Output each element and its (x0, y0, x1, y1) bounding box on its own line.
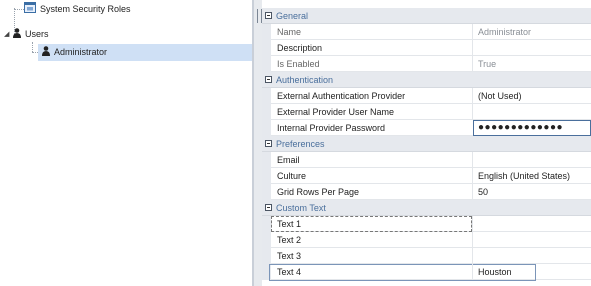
row-gutter (262, 104, 271, 120)
column-divider (472, 232, 473, 248)
column-divider (472, 248, 473, 264)
password-value[interactable]: ●●●●●●●●●●●●● (478, 120, 563, 136)
category-label: General (276, 11, 309, 21)
property-label: Text 2 (277, 235, 302, 245)
property-row-external-user-name[interactable]: External Provider User Name (262, 104, 591, 120)
property-row-description[interactable]: Description (262, 40, 591, 56)
category-general[interactable]: General (262, 8, 591, 24)
column-divider (472, 168, 473, 184)
collapse-icon[interactable] (265, 76, 272, 83)
property-label: Description (277, 43, 323, 53)
property-row-external-provider[interactable]: External Authentication Provider (Not Us… (262, 88, 591, 104)
tree-item-system-security-roles[interactable]: System Security Roles (24, 1, 131, 17)
collapse-icon[interactable] (265, 140, 272, 147)
column-divider (472, 56, 473, 72)
property-label: Email (277, 155, 300, 165)
property-label: Internal Provider Password (277, 123, 386, 133)
category-custom-text[interactable]: Custom Text (262, 200, 591, 216)
category-label: Preferences (276, 139, 325, 149)
property-row-text-3[interactable]: Text 3 (262, 248, 591, 264)
property-value: Administrator (478, 27, 532, 37)
property-row-text-2[interactable]: Text 2 (262, 232, 591, 248)
security-tree: System Security Roles ◢ Users Administra… (0, 0, 253, 286)
property-label: Text 4 (277, 267, 302, 277)
property-row-is-enabled[interactable]: Is Enabled True (262, 56, 591, 72)
category-preferences[interactable]: Preferences (262, 136, 591, 152)
user-icon (42, 45, 50, 61)
category-label: Authentication (276, 75, 334, 85)
property-value[interactable]: (Not Used) (478, 88, 522, 104)
row-gutter (262, 120, 271, 136)
row-gutter (262, 216, 271, 232)
row-gutter (262, 40, 271, 56)
property-row-internal-password[interactable]: Internal Provider Password ●●●●●●●●●●●●● (262, 120, 591, 136)
property-row-text-1[interactable]: Text 1 (262, 216, 591, 232)
tree-item-users[interactable]: Users (13, 26, 49, 42)
security-roles-icon (24, 1, 36, 18)
column-divider (472, 24, 473, 40)
property-value[interactable]: 50 (478, 184, 488, 200)
expanded-triangle-icon[interactable]: ◢ (4, 30, 9, 38)
column-divider (472, 152, 473, 168)
row-gutter (262, 232, 271, 248)
property-label: External Provider User Name (277, 107, 395, 117)
property-label: Text 1 (277, 219, 302, 229)
row-gutter (262, 168, 271, 184)
property-value: True (478, 59, 497, 69)
tree-connector (32, 42, 33, 52)
column-divider (472, 264, 473, 280)
tree-item-label: Users (25, 29, 49, 39)
tree-item-label: System Security Roles (40, 4, 131, 14)
property-label: External Authentication Provider (277, 91, 406, 101)
property-grid: General Name Administrator Description I… (262, 0, 591, 286)
property-row-email[interactable]: Email (262, 152, 591, 168)
row-gutter (262, 24, 271, 40)
property-label: Text 3 (277, 251, 302, 261)
property-row-culture[interactable]: Culture English (United States) (262, 168, 591, 184)
tree-item-label: Administrator (54, 47, 108, 57)
row-gutter (262, 184, 271, 200)
property-label: Culture (277, 171, 307, 181)
user-icon (13, 27, 21, 43)
property-value[interactable]: English (United States) (478, 168, 570, 184)
row-gutter (262, 88, 271, 104)
column-divider (472, 104, 473, 120)
row-gutter (262, 56, 271, 72)
property-label: Grid Rows Per Page (277, 187, 360, 197)
property-row-grid-rows[interactable]: Grid Rows Per Page 50 (262, 184, 591, 200)
column-divider (472, 88, 473, 104)
property-row-text-4[interactable]: Text 4 Houston (262, 264, 591, 281)
column-divider (472, 40, 473, 56)
property-label: Name (277, 27, 302, 37)
tree-item-administrator[interactable]: Administrator (42, 44, 107, 60)
category-authentication[interactable]: Authentication (262, 72, 591, 88)
collapse-icon[interactable] (265, 204, 272, 211)
property-row-name[interactable]: Name Administrator (262, 24, 591, 40)
column-divider (472, 216, 473, 232)
category-label: Custom Text (276, 203, 326, 213)
row-gutter (262, 152, 271, 168)
column-divider (472, 184, 473, 200)
focus-rectangle (271, 216, 472, 232)
row-gutter (262, 248, 271, 264)
property-label: Is Enabled (277, 59, 320, 69)
collapse-icon[interactable] (265, 12, 272, 19)
property-value[interactable]: Houston (478, 264, 512, 280)
